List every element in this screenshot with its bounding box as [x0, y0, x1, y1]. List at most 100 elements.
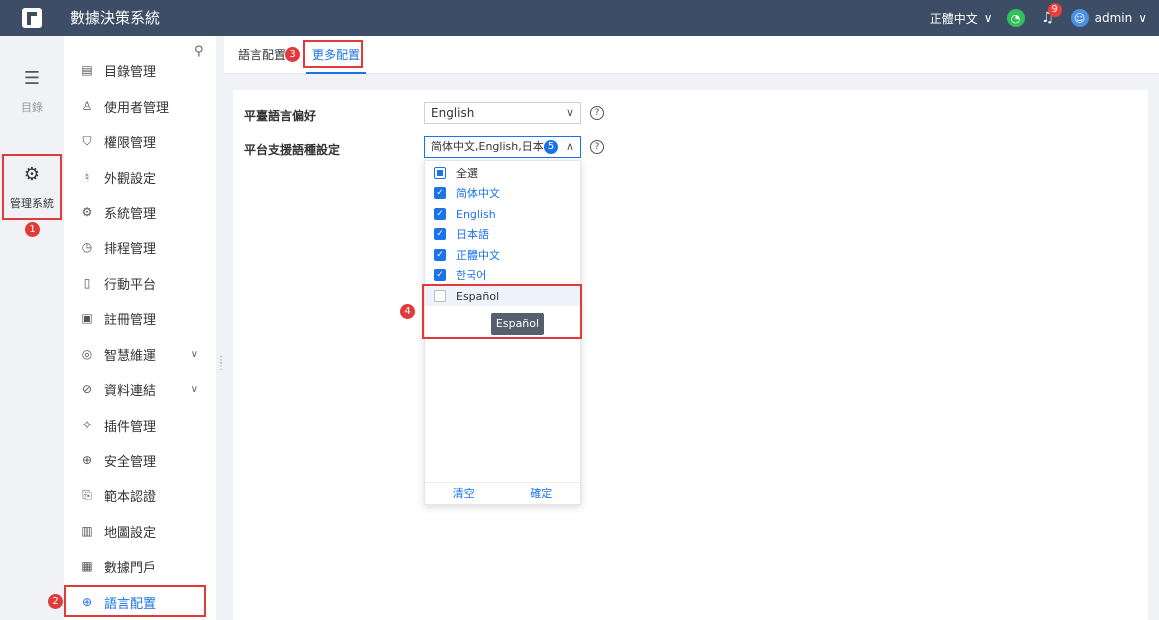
- rail-label: 目錄: [21, 101, 43, 114]
- option-simplified-chinese[interactable]: ✓ 简体中文: [425, 183, 580, 203]
- rail-item-catalog[interactable]: ☰ 目錄: [0, 68, 64, 115]
- option-label: 简体中文: [456, 187, 500, 200]
- checkbox-checked[interactable]: ✓: [434, 187, 446, 199]
- checkbox-partial[interactable]: [434, 167, 446, 179]
- sidebar-item-map[interactable]: ▥ 地圖設定: [64, 515, 216, 547]
- sidebar-item-schedule[interactable]: ◷ 排程管理: [64, 231, 216, 263]
- selected-count-badge: 5: [544, 140, 558, 154]
- checkbox-checked[interactable]: ✓: [434, 208, 446, 220]
- menu-label: 安全管理: [104, 454, 157, 470]
- logo-icon: [22, 8, 42, 28]
- option-label: 日本語: [456, 228, 489, 241]
- notification-badge: 9: [1047, 3, 1062, 17]
- language-label: 正體中文: [929, 11, 978, 26]
- menu-label: 使用者管理: [104, 100, 170, 116]
- sidebar-item-ops[interactable]: ◎ 智慧維運 ∨: [64, 338, 216, 370]
- sidebar-item-mobile[interactable]: ▯ 行動平台: [64, 267, 216, 299]
- shield-icon: ⛉: [82, 133, 92, 148]
- dropdown-footer: 清空 確定: [425, 482, 580, 504]
- checkbox-checked[interactable]: ✓: [434, 269, 446, 281]
- highlight-box-2: [64, 585, 206, 617]
- step-badge-1: 1: [25, 222, 40, 237]
- help-icon[interactable]: ?: [590, 140, 604, 154]
- sidebar-menu: ▤ 目錄管理 ♙ 使用者管理 ⛉ 權限管理 ♮ 外觀設定 ⚙ 系統管理 ◷ 排程管理 ▯ 行動…: [64, 36, 216, 620]
- step-badge-2: 2: [48, 594, 63, 609]
- menu-label: 資料連結: [104, 383, 157, 399]
- option-label: 正體中文: [456, 249, 500, 262]
- menu-label: 範本認證: [104, 489, 157, 505]
- language-selector[interactable]: 正體中文 ∨: [930, 10, 993, 27]
- highlight-box-3: [303, 40, 363, 68]
- sidebar-item-system[interactable]: ⚙ 系統管理: [64, 196, 216, 228]
- bell-icon[interactable]: ◔: [1006, 9, 1025, 27]
- option-japanese[interactable]: ✓ 日本語: [425, 224, 580, 244]
- sidebar-item-appearance[interactable]: ♮ 外觀設定: [64, 161, 216, 193]
- menu-label: 數據門戶: [104, 560, 157, 576]
- support-lang-value: 简体中文,English,日本...: [431, 140, 555, 153]
- chevron-down-icon: ∨: [190, 348, 198, 360]
- plugin-icon: ✧: [81, 418, 93, 432]
- clear-button[interactable]: 清空: [425, 483, 503, 504]
- sidebar-item-permissions[interactable]: ⛉ 權限管理: [64, 125, 216, 157]
- help-icon[interactable]: ?: [590, 106, 604, 120]
- menu-label: 目錄管理: [104, 64, 157, 80]
- sidebar-item-plugins[interactable]: ✧ 插件管理: [64, 409, 216, 441]
- content-panel: [233, 90, 1148, 620]
- sidebar-item-template[interactable]: ⎘ 範本認證: [64, 479, 216, 511]
- chevron-down-icon: ∨: [1138, 11, 1147, 25]
- sidebar-item-data-link[interactable]: ⊘ 資料連結 ∨: [64, 373, 216, 405]
- step-badge-4: 4: [400, 304, 415, 319]
- security-icon: ⊕: [81, 453, 93, 467]
- pin-icon[interactable]: ⚲: [194, 44, 204, 59]
- register-icon: ▣: [81, 311, 93, 325]
- step-badge-3: 3: [285, 47, 300, 62]
- user-menu[interactable]: ☺ admin ∨: [1070, 9, 1147, 27]
- avatar-icon: ☺: [1070, 9, 1089, 27]
- option-korean[interactable]: ✓ 한국어: [425, 265, 580, 285]
- chevron-down-icon: ∨: [565, 106, 574, 119]
- highlight-box-4: [422, 284, 582, 339]
- brush-icon: ♮: [84, 170, 90, 184]
- option-label: 全選: [456, 167, 478, 180]
- user-icon: ♙: [81, 99, 93, 113]
- catalog-icon: ▤: [81, 63, 93, 77]
- sidebar-item-security[interactable]: ⊕ 安全管理: [64, 444, 216, 476]
- option-label: English: [456, 207, 496, 221]
- sidebar-item-register[interactable]: ▣ 註冊管理: [64, 302, 216, 334]
- template-icon: ⎘: [82, 487, 92, 502]
- menu-label: 註冊管理: [104, 312, 157, 328]
- notification-button[interactable]: ♫ 9: [1039, 3, 1062, 27]
- chevron-down-icon: ∨: [190, 383, 198, 395]
- tab-bar: 語言配置 更多配置: [224, 36, 1159, 74]
- menu-label: 權限管理: [104, 135, 157, 151]
- option-select-all[interactable]: 全選: [425, 163, 580, 183]
- checkbox-checked[interactable]: ✓: [434, 249, 446, 261]
- menu-label: 系統管理: [104, 206, 157, 222]
- menu-label: 排程管理: [104, 241, 157, 257]
- settings-icon: ⚙: [81, 205, 93, 219]
- ops-icon: ◎: [81, 347, 93, 361]
- menu-label: 智慧維運: [104, 348, 157, 364]
- username: admin: [1094, 11, 1133, 25]
- logo[interactable]: [0, 0, 64, 36]
- tab-language-config[interactable]: 語言配置: [238, 36, 286, 74]
- lang-pref-label: 平臺語言偏好: [244, 109, 317, 123]
- menu-label: 地圖設定: [104, 525, 157, 541]
- confirm-button[interactable]: 確定: [503, 483, 581, 504]
- resize-handle[interactable]: ⋮ ⋮: [216, 356, 226, 372]
- menu-label: 插件管理: [104, 419, 157, 435]
- option-label: 한국어: [456, 269, 487, 282]
- mobile-icon: ▯: [83, 276, 91, 290]
- sidebar-item-users[interactable]: ♙ 使用者管理: [64, 90, 216, 122]
- lang-pref-value: English: [431, 106, 475, 120]
- lang-pref-select[interactable]: English ∨: [424, 102, 581, 124]
- sidebar-item-portal[interactable]: ▦ 數據門戶: [64, 550, 216, 582]
- option-english[interactable]: ✓ English: [425, 204, 580, 224]
- option-traditional-chinese[interactable]: ✓ 正體中文: [425, 245, 580, 265]
- support-lang-select[interactable]: 简体中文,English,日本... 5 ∧: [424, 136, 581, 158]
- highlight-box-1: [2, 154, 62, 220]
- icon-rail: ☰ 目錄 ⚙ 管理系統: [0, 36, 64, 620]
- map-icon: ▥: [81, 524, 93, 538]
- app-title: 數據決策系統: [70, 9, 161, 27]
- checkbox-checked[interactable]: ✓: [434, 228, 446, 240]
